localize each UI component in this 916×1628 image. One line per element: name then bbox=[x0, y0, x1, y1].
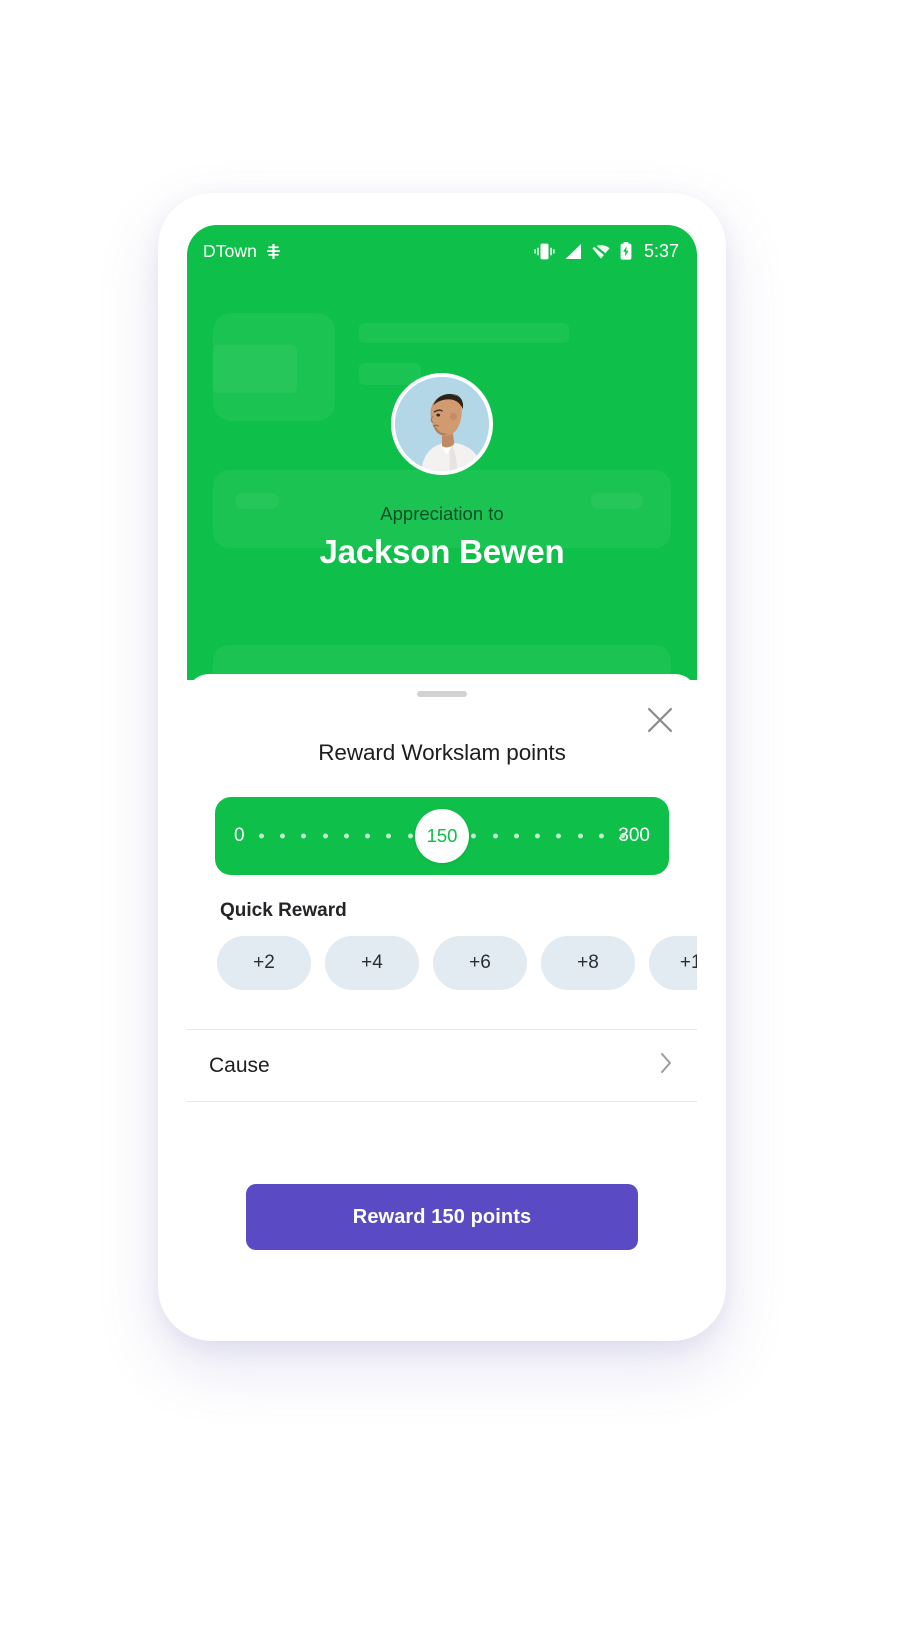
status-bar-left: DTown bbox=[203, 241, 281, 262]
phone-screen: DTown 5:37 Appreciation to Jackson Bewen… bbox=[187, 225, 697, 1309]
quick-reward-chip[interactable]: +8 bbox=[541, 936, 635, 990]
slider-tick-dot bbox=[259, 833, 264, 839]
signal-bars-icon bbox=[564, 243, 582, 260]
battery-charging-icon bbox=[620, 242, 632, 260]
bottom-sheet: Reward Workslam points 0 150 300 Quick R… bbox=[187, 674, 697, 1309]
close-button[interactable] bbox=[640, 702, 680, 742]
quick-reward-chip[interactable]: +10 bbox=[649, 936, 697, 990]
ghost-chart bbox=[213, 345, 297, 393]
avatar-image bbox=[395, 377, 489, 471]
quick-reward-chip-list: +2 +4 +6 +8 +10 bbox=[217, 936, 697, 990]
chevron-right-icon bbox=[659, 1051, 673, 1080]
cause-row[interactable]: Cause bbox=[187, 1030, 697, 1101]
divider-below-cause bbox=[187, 1101, 697, 1102]
slider-tick-dot bbox=[386, 833, 392, 839]
vibrate-icon bbox=[534, 243, 555, 260]
wifi-off-icon bbox=[591, 243, 611, 260]
slider-tick-dot bbox=[577, 833, 583, 839]
network-tower-icon bbox=[266, 243, 281, 260]
status-bar-time: 5:37 bbox=[643, 240, 679, 261]
slider-min-label: 0 bbox=[234, 825, 245, 846]
quick-reward-label: Quick Reward bbox=[220, 900, 347, 921]
status-bar: DTown 5:37 bbox=[187, 225, 697, 277]
slider-tick-dot bbox=[556, 833, 562, 839]
close-icon bbox=[645, 705, 675, 740]
phone-frame: DTown 5:37 Appreciation to Jackson Bewen… bbox=[158, 193, 726, 1341]
points-slider[interactable]: 0 150 300 bbox=[215, 797, 669, 875]
carrier-label: DTown bbox=[203, 240, 257, 261]
quick-reward-chip[interactable]: +4 bbox=[325, 936, 419, 990]
quick-reward-chip[interactable]: +6 bbox=[433, 936, 527, 990]
reward-submit-button[interactable]: Reward 150 points bbox=[246, 1184, 638, 1250]
slider-tick-dot bbox=[280, 833, 286, 839]
slider-max-label: 300 bbox=[618, 825, 650, 846]
slider-tick-dot bbox=[598, 833, 604, 839]
slider-tick-dot bbox=[343, 833, 349, 839]
slider-value-label: 150 bbox=[426, 825, 458, 846]
slider-tick-dot bbox=[471, 833, 477, 839]
status-bar-right: 5:37 bbox=[534, 241, 679, 262]
screenshot-root: DTown 5:37 Appreciation to Jackson Bewen… bbox=[0, 0, 916, 1628]
sheet-title: Reward Workslam points bbox=[318, 740, 566, 765]
slider-tick-dot bbox=[407, 833, 413, 839]
cause-label: Cause bbox=[209, 1053, 270, 1077]
quick-reward-chip[interactable]: +2 bbox=[217, 936, 311, 990]
ghost-title-line bbox=[359, 323, 569, 343]
slider-thumb[interactable]: 150 bbox=[415, 809, 469, 863]
slider-tick-dot bbox=[365, 833, 371, 839]
slider-tick-dot bbox=[301, 833, 307, 839]
appreciation-label: Appreciation to bbox=[380, 503, 504, 524]
slider-tick-dot bbox=[513, 833, 519, 839]
slider-tick-dot bbox=[322, 833, 328, 839]
slider-tick-dot bbox=[535, 833, 541, 839]
slider-tick-dot bbox=[492, 833, 498, 839]
drag-handle[interactable] bbox=[417, 691, 467, 697]
avatar bbox=[391, 373, 493, 475]
person-name: Jackson Bewen bbox=[319, 533, 565, 570]
